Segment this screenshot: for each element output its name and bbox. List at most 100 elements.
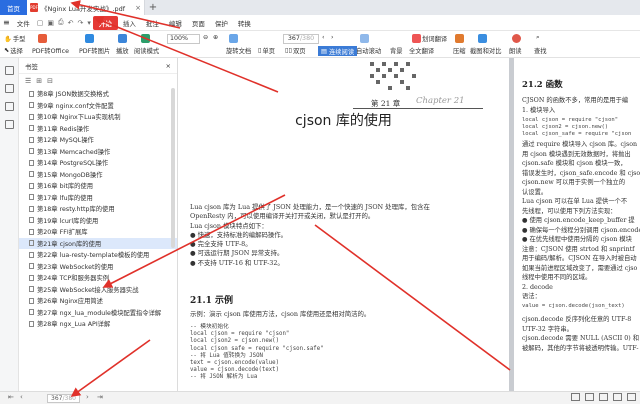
search-label-button[interactable]: 查找 — [534, 46, 547, 55]
text-line: UTF-32 字符串。 — [522, 325, 573, 333]
bookmark-item[interactable]: 第16章 bit库的使用 — [19, 180, 177, 192]
pdf-to-office-label-button[interactable]: PDF转Office — [32, 46, 69, 55]
new-tab-button[interactable]: + — [145, 0, 161, 15]
read-aloud-button[interactable] — [512, 34, 521, 43]
bookmark-item[interactable]: 第14章 PostgreSQL操作 — [19, 157, 177, 169]
save-icon[interactable]: ▣ — [45, 19, 56, 27]
play-label-button[interactable]: 播放 — [116, 46, 129, 55]
more-icon[interactable]: ▾ — [85, 19, 93, 27]
menu-convert[interactable]: 转换 — [233, 18, 256, 28]
zoom-in-button[interactable]: ⊕ — [213, 34, 218, 41]
hand-tool-button[interactable]: ✋ 手型 — [4, 34, 25, 44]
menu-start[interactable]: 开始 — [92, 15, 118, 30]
translate-label-button[interactable]: 全文翻译 — [409, 46, 434, 55]
bookmark-item[interactable]: 第23章 WebSocket的使用 — [19, 261, 177, 273]
search-button[interactable]: ⌕ — [536, 34, 540, 42]
bookmark-scrollbar[interactable] — [171, 88, 175, 248]
redo-icon[interactable]: ↷ — [75, 19, 85, 27]
delete-bookmark-icon[interactable]: ⊟ — [47, 77, 53, 85]
bookmark-item[interactable]: 第19章 lcurl库的使用 — [19, 215, 177, 227]
bookmark-item[interactable]: 第9章 nginx.conf文件配置 — [19, 100, 177, 112]
bookmark-item[interactable]: 第8章 JSON数据交换格式 — [19, 88, 177, 100]
view-continuous-icon[interactable] — [599, 393, 608, 401]
auto-scroll-label-button[interactable]: 自动滚动 — [356, 46, 381, 55]
close-panel-icon[interactable]: × — [166, 62, 171, 70]
fit-page-icon[interactable] — [613, 393, 622, 401]
menu-page[interactable]: 页面 — [187, 18, 210, 28]
bookmark-item[interactable]: 第21章 cjson库的使用 — [19, 237, 177, 249]
menu-protect[interactable]: 保护 — [210, 18, 233, 28]
bookmark-item[interactable]: 第18章 resty.http库的使用 — [19, 203, 177, 215]
bookmark-item[interactable]: 第20章 FFI扩展库 — [19, 226, 177, 238]
fullscreen-icon[interactable] — [627, 393, 636, 401]
tab-home[interactable]: 首页 — [0, 0, 27, 15]
search-panel-icon[interactable] — [5, 120, 14, 129]
annotation-panel-icon[interactable] — [5, 102, 14, 111]
highlight-translate-button[interactable]: 划词翻译 — [422, 34, 447, 43]
bookmark-item[interactable]: 第10章 Nginx下Lua实现机制 — [19, 111, 177, 123]
pdf-to-image-label-button[interactable]: PDF转图片 — [79, 46, 110, 55]
read-mode-button[interactable] — [141, 34, 150, 43]
bookmark-item[interactable]: 第15章 MongoDB操作 — [19, 169, 177, 181]
menu-insert[interactable]: 插入 — [118, 18, 141, 28]
zoom-out-button[interactable]: ⊖ — [203, 34, 208, 41]
auto-scroll-button[interactable] — [360, 34, 369, 43]
text-line: 被解码，其他的字节将被透明传输。UTF- — [522, 344, 639, 352]
bookmark-item[interactable]: 第12章 MySQL操作 — [19, 134, 177, 146]
bookmark-item[interactable]: 第24章 TCP和服务器实例 — [19, 272, 177, 284]
bookmark-item[interactable]: 第22章 lua-resty-template模板的使用 — [19, 249, 177, 261]
bookmark-item[interactable]: 第13章 Memcached操作 — [19, 146, 177, 158]
rotate-label-button[interactable]: 旋转文档 — [226, 46, 251, 55]
document-viewport[interactable]: 第 21 章 Chapter 21 cjson 库的使用 Lua cjson 库… — [178, 58, 640, 391]
compress-label-button[interactable]: 压缩 — [453, 46, 466, 55]
bookmark-item[interactable]: 第26章 Nginx应用简述 — [19, 295, 177, 307]
play-button[interactable] — [118, 34, 127, 43]
next-page-button[interactable]: › — [331, 34, 334, 41]
continuous-read-button[interactable]: ▤ 连续阅读 — [318, 46, 358, 56]
menu-edit[interactable]: 编辑 — [164, 18, 187, 28]
add-bookmark-icon[interactable]: ⊞ — [36, 77, 42, 85]
view-single-icon[interactable] — [571, 393, 580, 401]
menu-file[interactable]: 文件 — [12, 18, 35, 28]
read-mode-label-button[interactable]: 阅读模式 — [134, 46, 159, 55]
read-mode-label: 阅读模式 — [134, 48, 160, 55]
prev-page-button[interactable]: ‹ — [322, 34, 325, 41]
thumbnail-panel-icon[interactable] — [5, 84, 14, 93]
menu-annotate[interactable]: 批注 — [141, 18, 164, 28]
pdf-to-image-button[interactable] — [85, 34, 94, 43]
pdf-to-office-button[interactable] — [38, 34, 47, 43]
bookmark-item[interactable]: 第25章 WebSocket接入服务器实战 — [19, 284, 177, 296]
bookmark-panel-icon[interactable] — [5, 66, 14, 75]
open-icon[interactable]: ▢ — [35, 19, 46, 27]
status-prev-icon[interactable]: ‹ — [20, 393, 23, 401]
double-page-button[interactable]: ▯▯ 双页 — [285, 46, 306, 55]
last-page-icon[interactable]: ⇥ — [97, 393, 103, 401]
tab-document[interactable]: PDF 《Nginx Lua开发实战》.pdf × — [27, 0, 145, 15]
bookmark-item[interactable]: 第17章 lfu库的使用 — [19, 192, 177, 204]
page-number-input[interactable]: 367/380 — [283, 34, 319, 44]
compress-button[interactable] — [455, 34, 464, 43]
bookmark-item[interactable]: 第27章 ngx_lua_module模块配置指令详解 — [19, 307, 177, 319]
background-button[interactable]: 背景 — [390, 46, 403, 55]
expand-all-icon[interactable]: ☰ — [25, 77, 31, 85]
read-aloud-label-button[interactable]: 朗读 — [509, 46, 522, 55]
page-icon — [29, 136, 34, 143]
bookmark-panel: 书签 × ☰ ⊞ ⊟ 第8章 JSON数据交换格式 第9章 nginx.conf文… — [19, 58, 178, 391]
first-page-icon[interactable]: ⇤ — [8, 393, 14, 401]
screenshot-button[interactable] — [478, 34, 487, 43]
bookmark-item[interactable]: 第11章 Redis操作 — [19, 123, 177, 135]
status-next-icon[interactable]: › — [86, 393, 89, 401]
menu-hamburger-icon[interactable]: ≡ — [3, 18, 10, 27]
view-double-icon[interactable] — [585, 393, 594, 401]
translate-button[interactable] — [412, 34, 421, 43]
undo-icon[interactable]: ↶ — [66, 19, 76, 27]
screenshot-label-button[interactable]: 截图和对比 — [470, 46, 501, 55]
zoom-input[interactable]: 100% — [167, 34, 200, 44]
print-icon[interactable]: ⎙ — [56, 18, 66, 27]
close-tab-icon[interactable]: × — [135, 4, 141, 12]
single-page-button[interactable]: ▯ 单页 — [258, 46, 275, 55]
bookmark-item[interactable]: 第28章 ngx_Lua API详解 — [19, 318, 177, 330]
rotate-button[interactable] — [229, 34, 238, 43]
select-tool-button[interactable]: ⬉ 选择 — [4, 46, 23, 55]
status-page-input[interactable]: 367/380 — [47, 394, 80, 403]
